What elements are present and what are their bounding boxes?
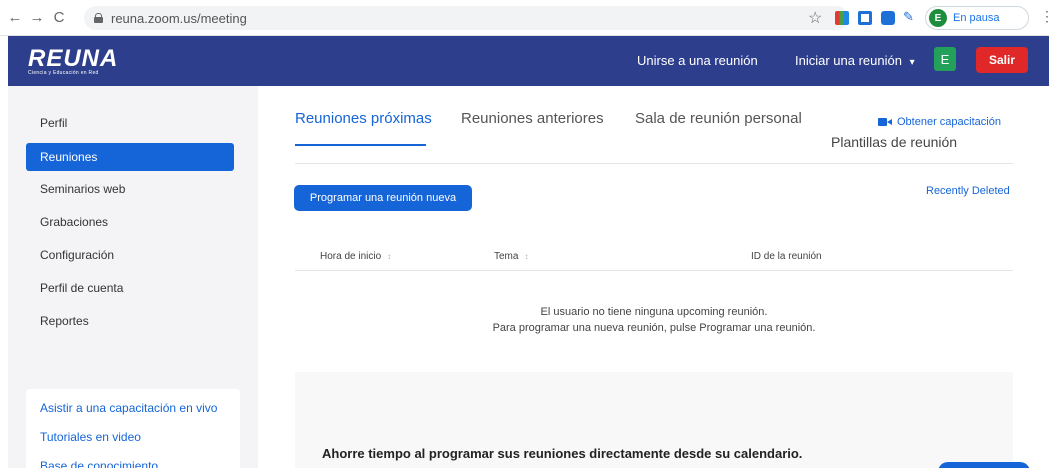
promo-action-button[interactable]: [938, 462, 1030, 468]
forward-button[interactable]: →: [26, 7, 48, 29]
profile-status: En pausa: [953, 12, 1000, 24]
app-header: REUNA Ciencia y Educación en Red Unirse …: [8, 36, 1049, 86]
host-meeting-label: Iniciar una reunión: [795, 53, 902, 68]
url-text: reuna.zoom.us/meeting: [111, 10, 247, 26]
user-avatar[interactable]: E: [934, 47, 956, 71]
extension-icon[interactable]: [881, 11, 895, 25]
help-links: Asistir a una capacitación en vivo Tutor…: [26, 389, 240, 468]
tab-upcoming[interactable]: Reuniones próximas: [295, 110, 432, 127]
sidebar-item-seminarios[interactable]: Seminarios web: [26, 175, 234, 203]
signout-button[interactable]: Salir: [976, 47, 1028, 73]
bookmark-star-icon[interactable]: ☆: [808, 8, 822, 28]
sidebar-item-grabaciones[interactable]: Grabaciones: [26, 208, 234, 236]
address-bar[interactable]: reuna.zoom.us/meeting: [84, 6, 848, 30]
back-button[interactable]: ←: [4, 7, 26, 29]
sidebar: Perfil Reuniones Seminarios web Grabacio…: [8, 86, 258, 468]
browser-toolbar: ← → C reuna.zoom.us/meeting ☆ ✎ E En pau…: [0, 0, 1049, 36]
recently-deleted-link[interactable]: Recently Deleted: [926, 185, 1010, 197]
sidebar-item-perfil[interactable]: Perfil: [26, 109, 234, 137]
profile-avatar: E: [929, 9, 947, 27]
chevron-down-icon: ▾: [909, 57, 915, 68]
join-meeting-link[interactable]: Unirse a una reunión: [637, 53, 758, 68]
column-label: Tema: [494, 251, 519, 262]
host-meeting-menu[interactable]: Iniciar una reunión ▾: [795, 53, 915, 68]
sidebar-item-configuracion[interactable]: Configuración: [26, 241, 234, 269]
get-training-link[interactable]: Obtener capacitación: [878, 116, 1001, 128]
browser-profile-chip[interactable]: E En pausa: [925, 6, 1029, 30]
video-camera-icon: [878, 118, 892, 126]
empty-line: Para programar una nueva reunión, pulse …: [492, 322, 816, 334]
tabs-divider: [295, 163, 1013, 164]
empty-state-message: El usuario no tiene ninguna upcoming reu…: [295, 304, 1013, 336]
video-tutorials-link[interactable]: Tutoriales en video: [40, 430, 141, 444]
live-training-link[interactable]: Asistir a una capacitación en vivo: [40, 401, 217, 415]
browser-menu-icon[interactable]: ⋮: [1040, 8, 1049, 25]
meetings-panel: Reuniones próximas Reuniones anteriores …: [258, 86, 1049, 468]
column-label: Hora de inicio: [320, 251, 382, 262]
sidebar-item-reportes[interactable]: Reportes: [26, 307, 234, 335]
extension-icon[interactable]: ✎: [903, 9, 917, 24]
logo-text: REUNA: [28, 45, 119, 72]
sort-icon: ↕: [387, 252, 392, 261]
active-tab-indicator: [295, 144, 426, 146]
column-topic[interactable]: Tema ↕: [494, 251, 528, 262]
sort-icon: ↕: [524, 252, 529, 261]
extension-icon[interactable]: [835, 11, 849, 25]
knowledge-base-link[interactable]: Base de conocimiento: [40, 459, 158, 468]
column-start-time[interactable]: Hora de inicio ↕: [320, 251, 391, 262]
tab-personal-room[interactable]: Sala de reunión personal: [635, 110, 802, 127]
forward-arrow-icon: →: [29, 9, 45, 26]
sidebar-item-reuniones[interactable]: Reuniones: [26, 143, 234, 171]
sidebar-item-perfil-cuenta[interactable]: Perfil de cuenta: [26, 274, 234, 302]
column-meeting-id: ID de la reunión: [751, 251, 822, 262]
empty-line: El usuario no tiene ninguna upcoming reu…: [540, 306, 768, 318]
schedule-meeting-button[interactable]: Programar una reunión nueva: [294, 185, 472, 211]
tab-previous[interactable]: Reuniones anteriores: [461, 110, 604, 127]
reuna-logo[interactable]: REUNA Ciencia y Educación en Red: [28, 45, 119, 77]
tab-templates[interactable]: Plantillas de reunión: [831, 134, 957, 150]
lock-icon: [94, 13, 103, 23]
extension-icon[interactable]: [858, 11, 872, 25]
back-arrow-icon: ←: [7, 9, 23, 26]
reload-icon: C: [53, 9, 65, 26]
calendar-promo-text: Ahorre tiempo al programar sus reuniones…: [322, 446, 803, 461]
reload-button[interactable]: C: [48, 7, 70, 29]
get-training-label: Obtener capacitación: [897, 116, 1001, 128]
table-header-divider: [295, 270, 1013, 271]
